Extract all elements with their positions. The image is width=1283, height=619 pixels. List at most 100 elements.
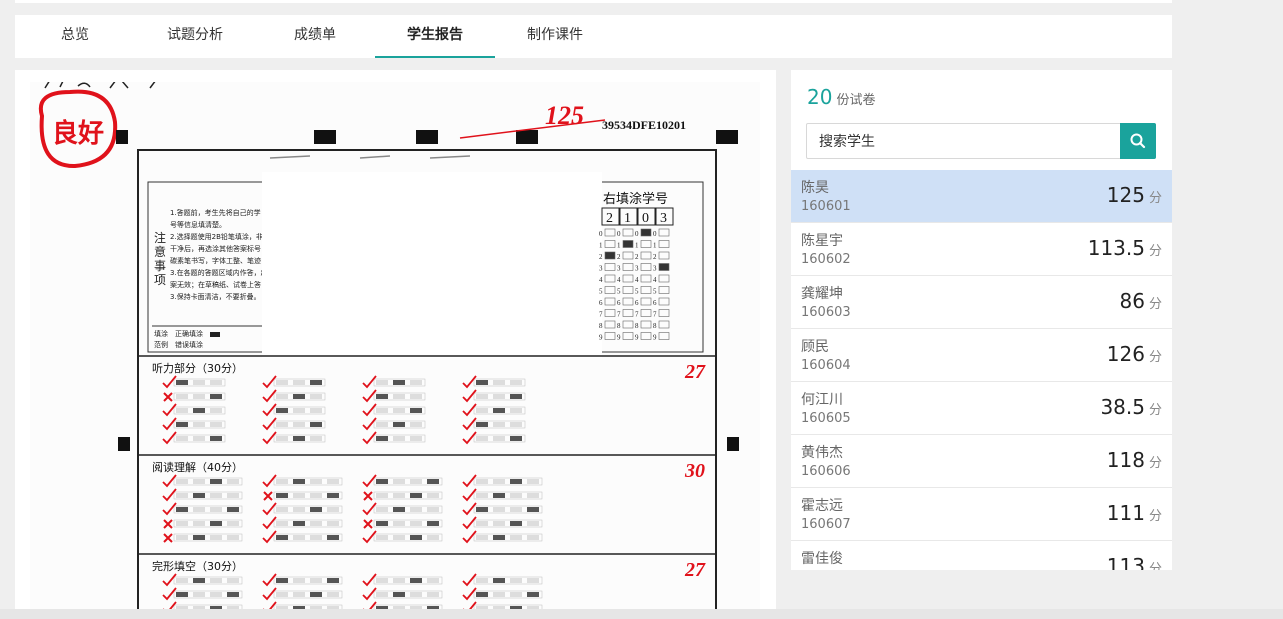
student-id: 160601	[801, 199, 851, 214]
svg-text:7: 7	[617, 311, 621, 319]
notice-label-char: 项	[154, 273, 166, 287]
svg-text:4: 4	[599, 276, 603, 284]
search-icon	[1130, 133, 1146, 149]
notice-label-char: 注	[154, 230, 166, 245]
svg-text:5: 5	[635, 288, 639, 296]
search-button[interactable]	[1120, 123, 1156, 159]
paper-count-number: 20	[807, 85, 833, 109]
svg-text:6: 6	[617, 299, 621, 307]
score-unit: 分	[1148, 509, 1162, 524]
student-name: 雷佳俊	[801, 551, 843, 567]
answer-sheet-drawing: 良好 125 39534DFE10201 1.答题前，考生先将自己的学号等信息填…	[38, 78, 739, 619]
svg-text:8: 8	[635, 322, 639, 330]
id-digit: 3	[660, 211, 667, 226]
svg-text:4: 4	[653, 276, 657, 284]
student-row[interactable]: 雷佳俊160608113分	[791, 541, 1172, 570]
svg-text:0: 0	[599, 230, 603, 238]
svg-text:7: 7	[635, 311, 639, 319]
svg-text:7: 7	[653, 311, 657, 319]
report-tabs: 总览 试题分析 成绩单 学生报告 制作课件	[15, 15, 1172, 58]
score-unit: 分	[1148, 191, 1162, 206]
svg-text:3: 3	[635, 265, 639, 273]
svg-text:右填涂学号: 右填涂学号	[603, 191, 668, 207]
student-row[interactable]: 霍志远 160607 111 分	[791, 488, 1172, 541]
student-score: 111 分	[1107, 501, 1162, 525]
fill-example-text: 正确填涂	[175, 329, 203, 338]
scanned-answer-sheet: 良好 125 39534DFE10201 1.答题前，考生先将自己的学 号等信息填…	[30, 78, 760, 619]
student-score: 126 分	[1107, 342, 1162, 366]
search-input[interactable]	[817, 131, 1111, 153]
student-row[interactable]: 陈星宇 160602 113.5 分	[791, 223, 1172, 276]
paper-count-unit: 份试卷	[836, 93, 876, 108]
tab-question-analysis[interactable]: 试题分析	[135, 15, 255, 58]
svg-text:0: 0	[617, 230, 621, 238]
student-score: 113.5 分	[1088, 236, 1162, 260]
svg-text:0: 0	[635, 230, 639, 238]
svg-text:8: 8	[599, 322, 603, 330]
grade-stamp: 良好	[38, 89, 118, 169]
notice-line: 案无效；在草稿纸、试卷上答	[170, 280, 261, 289]
bottom-scroll-track	[0, 609, 1283, 619]
svg-text:2: 2	[653, 253, 657, 261]
student-list: 陈昊 160601 125 分陈星宇 160602 113.5 分龚耀坤 160603 86 分顾…	[791, 170, 1172, 570]
student-name: 龚耀坤	[801, 286, 843, 302]
svg-text:2: 2	[635, 253, 639, 261]
fill-example-label: 填涂	[154, 329, 168, 338]
student-row[interactable]: 何江川 160605 38.5 分	[791, 382, 1172, 435]
svg-text:1: 1	[617, 242, 621, 250]
student-score: 118 分	[1107, 448, 1162, 472]
svg-text:3: 3	[653, 265, 657, 273]
tab-make-courseware[interactable]: 制作课件	[495, 15, 615, 58]
answer-sheet-viewer: 良好 125 39534DFE10201 1.答题前，考生先将自己的学 号等信息填…	[15, 70, 776, 619]
tab-overview[interactable]: 总览	[15, 15, 135, 58]
student-name: 陈昊	[801, 180, 829, 196]
section-score: 27	[684, 361, 706, 383]
student-search	[806, 123, 1156, 159]
score-value: 126	[1106, 342, 1145, 366]
svg-text:5: 5	[617, 288, 621, 296]
section-title: 阅读理解（40分）	[152, 460, 243, 474]
svg-text:1: 1	[653, 242, 657, 250]
student-name: 黄伟杰	[801, 445, 843, 461]
student-score: 125 分	[1107, 183, 1162, 207]
section-title: 听力部分（30分）	[152, 361, 243, 375]
student-row[interactable]: 龚耀坤 160603 86 分	[791, 276, 1172, 329]
fill-example-label: 范例	[154, 340, 168, 349]
section-score: 30	[684, 460, 705, 482]
svg-text:6: 6	[653, 299, 657, 307]
score-unit: 分	[1148, 350, 1162, 365]
id-digit: 1	[624, 211, 631, 226]
svg-text:8: 8	[617, 322, 621, 330]
svg-text:1: 1	[599, 242, 603, 250]
section-score: 27	[684, 559, 706, 581]
student-row[interactable]: 顾民 160604 126 分	[791, 329, 1172, 382]
notice-line: 干净后，再选涂其他答案标号	[170, 244, 261, 253]
score-value: 125	[1106, 183, 1145, 207]
svg-text:9: 9	[617, 334, 621, 342]
student-name: 顾民	[801, 339, 829, 355]
svg-text:4: 4	[635, 276, 639, 284]
svg-text:3: 3	[617, 265, 621, 273]
svg-text:5: 5	[599, 288, 603, 296]
score-value: 111	[1106, 501, 1145, 525]
student-score: 38.5 分	[1100, 395, 1162, 419]
fill-example-text: 错误填涂	[175, 340, 203, 349]
notice-line: 碳素笔书写，字体工整、笔迹	[170, 256, 261, 265]
svg-text:5: 5	[653, 288, 657, 296]
svg-text:3: 3	[599, 265, 603, 273]
svg-text:8: 8	[653, 322, 657, 330]
score-unit: 分	[1148, 456, 1162, 471]
student-name: 陈星宇	[801, 233, 843, 249]
student-row[interactable]: 黄伟杰 160606 118 分	[791, 435, 1172, 488]
notice-line: 3.在各题的答题区域内作答，超	[170, 268, 268, 277]
tab-score-sheet[interactable]: 成绩单	[255, 15, 375, 58]
notice-line: 2.选择题使用2B铅笔填涂，非	[170, 232, 263, 241]
tab-student-report[interactable]: 学生报告	[375, 15, 495, 58]
student-name: 霍志远	[801, 498, 843, 514]
score-value: 86	[1119, 289, 1145, 313]
top-strip	[15, 0, 1172, 3]
student-row[interactable]: 陈昊 160601 125 分	[791, 170, 1172, 223]
section-title: 完形填空（30分）	[152, 559, 243, 573]
svg-text:6: 6	[599, 299, 603, 307]
student-id: 160604	[801, 358, 851, 373]
